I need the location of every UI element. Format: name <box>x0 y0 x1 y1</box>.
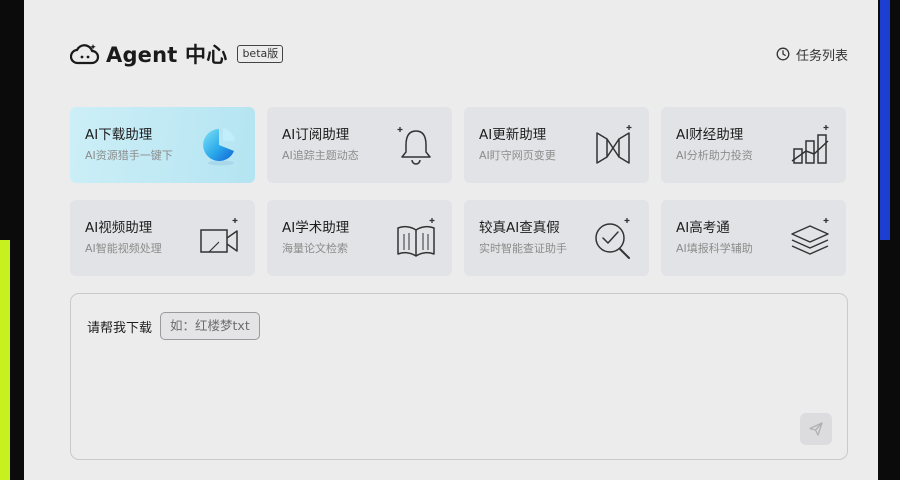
card-ai-video[interactable]: AI视频助理 AI智能视频处理 <box>70 200 255 276</box>
send-button[interactable] <box>800 413 832 445</box>
bell-icon <box>397 127 431 165</box>
edge-stripe-blue <box>880 0 890 240</box>
edge-stripe-lime <box>0 240 10 480</box>
update-window-icon <box>596 125 632 164</box>
download-orb-icon <box>203 128 235 166</box>
send-icon <box>809 422 823 436</box>
card-fact-check[interactable]: 较真AI查真假 实时智能查证助手 <box>464 200 649 276</box>
card-gaokao[interactable]: AI高考通 AI填报科学辅助 <box>661 200 846 276</box>
beta-badge: beta版 <box>237 45 284 63</box>
open-book-icon <box>397 218 435 257</box>
clock-icon <box>776 47 790 61</box>
magnifier-check-icon <box>595 218 630 259</box>
task-list-button[interactable]: 任务列表 <box>776 45 848 64</box>
task-list-label: 任务列表 <box>795 48 848 64</box>
cloud-logo-icon <box>70 44 100 65</box>
agent-card-grid: AI下载助理 AI资源猎手一键下 AI订阅助理 AI追踪主题动态 AI更新助理 … <box>70 107 846 276</box>
card-ai-update[interactable]: AI更新助理 AI盯守网页变更 <box>464 107 649 183</box>
card-ai-finance[interactable]: AI财经助理 AI分析助力投资 <box>661 107 846 183</box>
finance-chart-icon <box>791 125 829 164</box>
prompt-input-box[interactable]: 请帮我下载 如：红楼梦txt <box>70 293 848 460</box>
graduation-cap-icon <box>791 218 829 255</box>
prompt-row: 请帮我下载 如：红楼梦txt <box>87 312 260 340</box>
video-camera-icon <box>200 218 238 253</box>
page-title: Agent 中心 <box>106 43 228 67</box>
example-input-chip[interactable]: 如：红楼梦txt <box>160 312 260 340</box>
prompt-label: 请帮我下载 <box>87 320 153 336</box>
agent-center-panel: Agent 中心 beta版 任务列表 AI下载助理 AI资源猎手一键下 AI订… <box>24 0 878 480</box>
card-ai-subscribe[interactable]: AI订阅助理 AI追踪主题动态 <box>267 107 452 183</box>
card-ai-academic[interactable]: AI学术助理 海量论文检索 <box>267 200 452 276</box>
header: Agent 中心 beta版 任务列表 <box>70 38 848 70</box>
card-ai-download[interactable]: AI下载助理 AI资源猎手一键下 <box>70 107 255 183</box>
